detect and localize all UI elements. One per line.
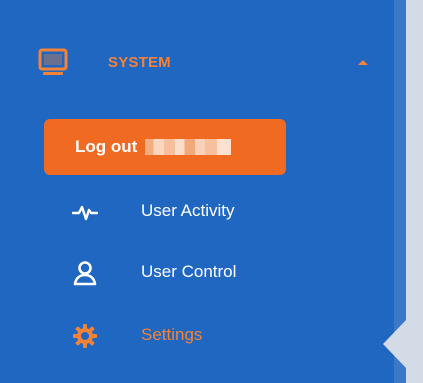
monitor-icon (38, 48, 68, 75)
redacted-username (145, 139, 232, 155)
sidebar-item-label: User Control (141, 262, 237, 281)
logout-label: Log out (75, 137, 138, 156)
sidebar-item-user-control[interactable]: User Control (0, 251, 383, 295)
content-area-edge (406, 0, 423, 383)
system-section-header[interactable]: SYSTEM (0, 38, 394, 90)
section-title: SYSTEM (108, 54, 171, 71)
logout-button[interactable]: Log out (44, 119, 286, 175)
user-icon (73, 261, 97, 286)
gear-icon (73, 324, 97, 348)
sidebar-item-user-activity[interactable]: User Activity (0, 190, 383, 234)
caret-up-icon[interactable] (358, 60, 368, 65)
sidebar-item-label: User Activity (141, 201, 235, 220)
sidebar-item-settings[interactable]: Settings (0, 314, 383, 358)
page: SYSTEM Log out User Activity User Contro… (0, 0, 423, 383)
active-item-pointer (383, 320, 406, 368)
sidebar-item-label: Settings (141, 325, 203, 344)
activity-pulse-icon (72, 205, 98, 221)
sidebar: SYSTEM Log out User Activity User Contro… (0, 0, 394, 383)
